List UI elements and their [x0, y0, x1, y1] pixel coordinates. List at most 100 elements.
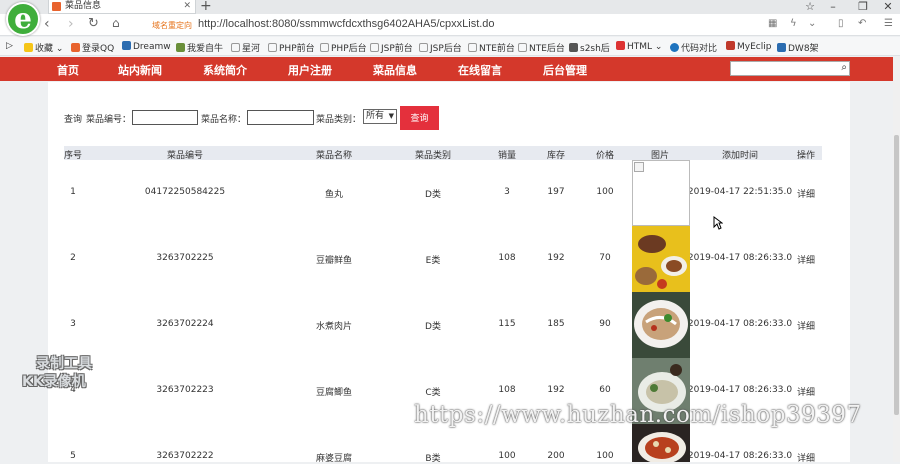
- query-button[interactable]: 查询: [400, 106, 439, 130]
- table-cell-name: 鱼丸: [324, 190, 344, 200]
- nav-admin[interactable]: 后台管理: [543, 62, 587, 78]
- site-nav-bar: 首页 站内新闻 系统简介 用户注册 菜品信息 在线留言 后台管理 ⌕: [0, 57, 893, 81]
- col-header: 销量: [497, 151, 517, 161]
- table-cell-price: 70: [599, 253, 611, 263]
- table-cell-name: 水煮肉片: [315, 322, 353, 332]
- scrollbar-thumb[interactable]: [894, 135, 899, 415]
- lightning-icon[interactable]: ϟ: [790, 18, 797, 29]
- browser-tab[interactable]: 菜品信息 ✕: [48, 0, 196, 14]
- bookmark-item[interactable]: PHP前台: [268, 41, 315, 54]
- detail-link[interactable]: 详细: [797, 451, 815, 464]
- dish-image: [632, 424, 690, 462]
- table-cell-sales: 100: [498, 451, 516, 461]
- table-cell-code: 3263702225: [156, 253, 214, 263]
- star-icon[interactable]: ☆: [800, 0, 820, 13]
- bookmark-item[interactable]: MyEclip: [726, 41, 771, 52]
- nav-register[interactable]: 用户注册: [288, 62, 332, 78]
- table-cell-type: C类: [425, 388, 441, 398]
- nav-about[interactable]: 系统简介: [203, 62, 247, 78]
- menu-icon[interactable]: ☰: [884, 18, 893, 29]
- dropdown-icon[interactable]: ⌄: [808, 18, 816, 29]
- nav-home[interactable]: 首页: [57, 62, 79, 78]
- recorder-watermark: 录制工具 KK录像机: [22, 356, 92, 390]
- table-cell-code: 3263702223: [156, 385, 214, 395]
- restore-icon[interactable]: ❐: [853, 0, 873, 13]
- table-cell-no: 5: [70, 451, 76, 461]
- name-input[interactable]: [247, 110, 314, 125]
- bookmark-item[interactable]: 星河: [231, 41, 260, 54]
- bookmark-item[interactable]: PHP后台: [320, 41, 367, 54]
- nav-news[interactable]: 站内新闻: [118, 62, 162, 78]
- new-tab-icon[interactable]: +: [200, 0, 212, 14]
- bookmarks-toggle-icon[interactable]: ▷: [6, 41, 13, 51]
- bookmark-item[interactable]: DW8架: [777, 41, 819, 54]
- table-cell-name: 麻婆豆腐: [315, 454, 353, 464]
- table-cell-code: 3263702224: [156, 319, 214, 329]
- table-cell-sales: 108: [498, 385, 516, 395]
- undo-icon[interactable]: ↶: [858, 18, 866, 29]
- site-watermark: https://www.huzhan.com/ishop39397: [414, 402, 862, 428]
- mouse-cursor-icon: [713, 216, 723, 230]
- table-cell-time: 2019-04-17 22:51:35.0: [687, 187, 793, 197]
- detail-link[interactable]: 详细: [797, 187, 815, 200]
- col-header: 序号: [63, 151, 83, 161]
- tab-close-icon[interactable]: ✕: [183, 0, 191, 12]
- back-icon[interactable]: ‹: [44, 16, 50, 32]
- address-tag: 域名重定向: [152, 21, 192, 30]
- dish-image-broken: [632, 160, 690, 226]
- phone-icon[interactable]: ▯: [838, 18, 844, 29]
- site-search-input[interactable]: ⌕: [730, 61, 850, 76]
- close-window-icon[interactable]: ✕: [878, 0, 898, 13]
- bookmark-item[interactable]: 代码对比: [670, 41, 717, 54]
- col-header: 价格: [595, 151, 615, 161]
- table-cell-stock: 185: [547, 319, 565, 329]
- tab-favicon-icon: [52, 2, 61, 11]
- table-cell-price: 100: [596, 187, 614, 197]
- minimize-icon[interactable]: –: [823, 0, 843, 13]
- table-cell-stock: 200: [547, 451, 565, 461]
- refresh-icon[interactable]: ↻: [88, 16, 99, 31]
- bookmark-item[interactable]: 收藏 ⌄: [24, 41, 63, 54]
- table-cell-name: 豆腐鲫鱼: [315, 388, 353, 398]
- bookmark-item[interactable]: JSP后台: [419, 41, 462, 54]
- home-icon[interactable]: ⌂: [112, 16, 120, 30]
- url-input[interactable]: http://localhost:8080/ssmmwcfdcxthsg6402…: [198, 18, 495, 30]
- browser-logo-icon: e: [6, 2, 40, 36]
- nav-message[interactable]: 在线留言: [458, 62, 502, 78]
- tab-title: 菜品信息: [65, 1, 102, 11]
- table-cell-name: 豆瓣鲜鱼: [315, 256, 353, 266]
- table-cell-sales: 3: [504, 187, 510, 197]
- table-cell-no: 2: [70, 253, 76, 263]
- code-label: 菜品编号：: [86, 115, 132, 125]
- table-cell-price: 100: [596, 451, 614, 461]
- table-cell-no: 1: [70, 187, 76, 197]
- table-cell-sales: 115: [498, 319, 516, 329]
- detail-link[interactable]: 详细: [797, 385, 815, 398]
- col-header: 操作: [796, 151, 816, 161]
- bookmark-item[interactable]: NTE前台: [468, 41, 515, 54]
- detail-link[interactable]: 详细: [797, 319, 815, 332]
- table-cell-type: E类: [425, 256, 441, 266]
- search-icon[interactable]: ⌕: [841, 62, 847, 73]
- type-select[interactable]: 所有 ▼: [363, 109, 397, 124]
- bookmark-item[interactable]: 登录QQ: [71, 41, 114, 54]
- bookmark-item[interactable]: Dreamw: [122, 41, 171, 52]
- scrollbar[interactable]: [893, 57, 900, 462]
- table-cell-sales: 108: [498, 253, 516, 263]
- forward-icon[interactable]: ›: [68, 16, 74, 32]
- bookmark-item[interactable]: HTML ⌄: [616, 41, 662, 52]
- col-header: 菜品名称: [315, 151, 353, 161]
- bookmark-item[interactable]: 我爱自牛: [176, 41, 223, 54]
- address-bar: ‹ › ↻ ⌂ 域名重定向 http://localhost:8080/ssmm…: [0, 14, 900, 36]
- code-input[interactable]: [132, 110, 198, 125]
- detail-link[interactable]: 详细: [797, 253, 815, 266]
- bookmark-item[interactable]: s2sh后: [569, 41, 610, 54]
- table-cell-stock: 192: [547, 385, 565, 395]
- grid-icon[interactable]: ▦: [768, 18, 777, 29]
- name-label: 菜品名称：: [201, 115, 247, 125]
- bookmark-item[interactable]: JSP前台: [370, 41, 413, 54]
- nav-dishes[interactable]: 菜品信息: [373, 62, 417, 78]
- table-cell-type: B类: [425, 454, 441, 464]
- dish-image: [632, 292, 690, 358]
- bookmark-item[interactable]: NTE后台: [518, 41, 565, 54]
